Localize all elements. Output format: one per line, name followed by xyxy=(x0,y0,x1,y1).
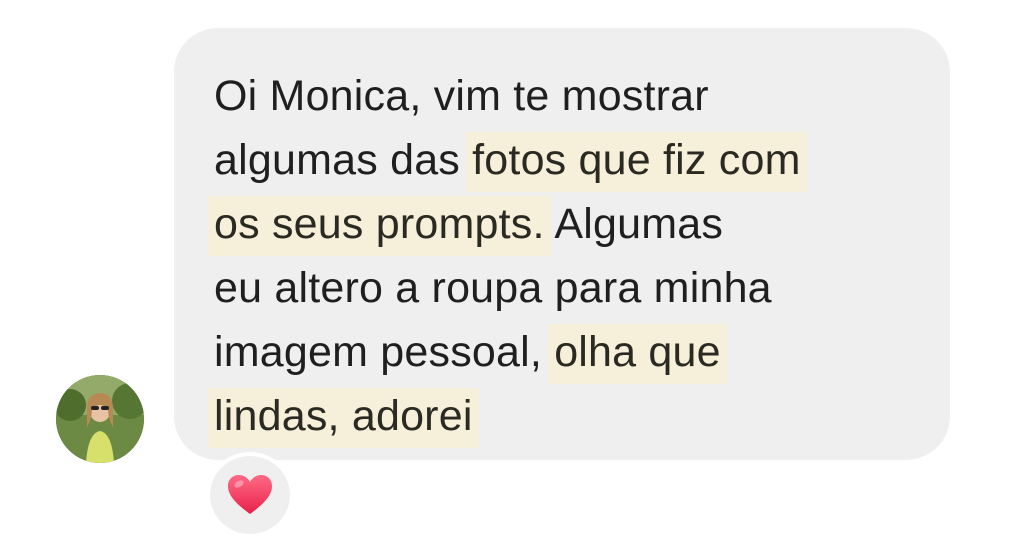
avatar[interactable] xyxy=(56,375,144,463)
message-line-3: os seus prompts. Algumas xyxy=(208,192,801,256)
highlighted-text: fotos que fiz com xyxy=(466,132,807,192)
message-line-6: lindas, adorei xyxy=(208,384,801,448)
message-segment: imagem pessoal, xyxy=(214,328,555,376)
message-line-2: algumas das fotos que fiz com xyxy=(214,128,807,192)
message-segment: Oi Monica, vim te mostrar xyxy=(214,72,709,120)
highlighted-text: os seus prompts. xyxy=(208,196,551,256)
heart-icon xyxy=(228,475,272,514)
avatar-photo xyxy=(56,375,144,463)
message-line-4: eu altero a roupa para minha xyxy=(214,256,801,320)
message-line-1: Oi Monica, vim te mostrar xyxy=(214,64,801,128)
message-segment: algumas das xyxy=(214,136,473,184)
highlighted-text: olha que xyxy=(548,324,727,384)
reaction-badge[interactable] xyxy=(206,452,294,538)
message-segment: eu altero a roupa para minha xyxy=(214,264,772,312)
highlighted-text: lindas, adorei xyxy=(208,388,479,448)
message-segment: Algumas xyxy=(544,200,724,248)
message-line-5: imagem pessoal, olha que xyxy=(214,320,801,384)
message-text: Oi Monica, vim te mostrar algumas das fo… xyxy=(208,64,807,448)
